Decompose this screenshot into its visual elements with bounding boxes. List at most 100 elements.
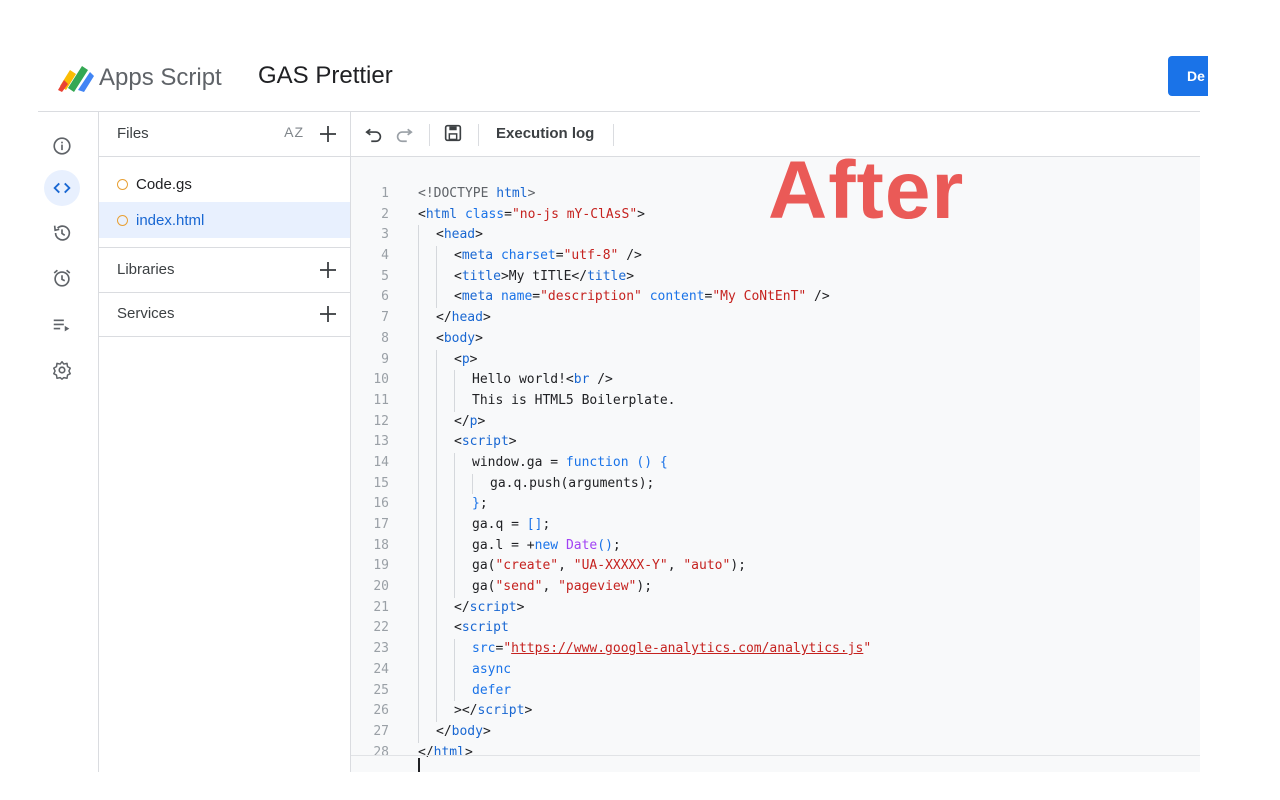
indent-guide [454,535,455,557]
code-lines[interactable]: 1 <!DOCTYPE html> 2 <html class="no-js mY-C… [351,184,1200,763]
line-number: 1 [381,186,389,201]
code-line[interactable]: 23 src="https://www.google-analytics.com/… [351,639,1200,660]
file-item-label: Code.gs [136,175,192,193]
indent-guide [454,452,455,474]
indent-guide [418,515,419,536]
project-name[interactable]: GAS Prettier [258,60,393,92]
code-line[interactable]: 12 </p> [351,411,1200,433]
code-token: charset [500,248,556,264]
project-settings-button[interactable] [44,352,80,388]
execution-log-button[interactable]: Execution log [496,124,594,144]
code-token: <!DOCTYPE [418,186,497,201]
add-file-plus-icon[interactable] [316,122,340,146]
editor-button[interactable] [44,170,80,206]
code-token: > [469,351,478,367]
indent-guide [436,432,437,453]
indent-guide [436,680,437,702]
code-line[interactable]: 10 Hello world!<br /> [351,370,1200,391]
code-line[interactable]: 17 ga.q = []; [351,515,1200,536]
code-line[interactable]: 20 ga("send", "pageview"); [351,577,1200,598]
code-token: </ [454,599,470,615]
code-token: new [534,537,559,553]
save-icon[interactable] [442,122,464,144]
code-token: script [461,620,509,636]
code-text: <body> [436,329,483,350]
line-number: 12 [373,413,389,429]
code-line[interactable]: 11 This is HTML5 Boilerplate. [351,390,1200,412]
code-line[interactable]: 24 async [351,659,1200,681]
code-text: window.ga = function () { [472,453,668,474]
code-line[interactable]: 6 <meta name="description" content="My Co… [351,287,1200,309]
code-token: /> [806,289,830,305]
undo-icon[interactable] [363,122,385,144]
code-text: async [472,660,511,681]
code-token: < [418,206,426,222]
code-line[interactable]: 25 defer [351,680,1200,702]
code-token: >My tITlE</ [500,268,588,284]
executions-button[interactable] [44,307,80,343]
code-token: https://www.google-analytics.com/analyti… [511,641,864,657]
indent-guide [418,618,419,640]
indent-guide [436,266,437,288]
code-editor[interactable]: 1 <!DOCTYPE html> 2 <html class="no-js mY-C… [351,157,1200,772]
code-token: , [667,558,684,574]
code-line[interactable]: 8 <body> [351,328,1200,350]
deploy-button[interactable]: De [1168,56,1208,96]
apps-script-logo-icon[interactable] [56,60,94,92]
code-line[interactable]: 13 <script> [351,432,1200,453]
code-text: <meta name="description" content="My CoN… [454,287,830,308]
redo-icon[interactable] [393,122,415,144]
code-token: </ [454,413,470,429]
code-token: ; [479,496,488,512]
overview-button[interactable] [44,128,80,164]
line-number: 25 [373,682,389,698]
code-line[interactable]: 15 ga.q.push(arguments); [351,473,1200,495]
line-number: 5 [381,268,389,284]
code-text: <head> [436,225,483,246]
libraries-section-header[interactable]: Libraries [99,247,350,293]
code-line[interactable]: 16}; [351,494,1200,515]
code-text: ga("send", "pageview"); [472,577,652,598]
code-token: br [573,372,590,388]
history-icon [53,225,71,241]
code-token: } [472,496,480,512]
code-line[interactable]: 29 [351,757,1200,772]
code-line[interactable]: 21 </script> [351,597,1200,619]
code-token: = [532,289,541,305]
code-line[interactable]: 22 <script [351,618,1200,640]
line-number: 16 [373,496,389,512]
code-token: > [527,186,536,201]
code-line[interactable]: 26 ></script> [351,701,1200,722]
indent-guide [454,390,455,412]
code-line[interactable]: 18 ga.l = +new Date(); [351,535,1200,557]
code-text: src="https://www.google-analytics.com/an… [472,639,871,660]
code-token: > [516,599,525,615]
files-section-header: Files AZ [99,112,350,157]
sort-az-icon[interactable]: AZ [284,124,304,140]
code-token: { [659,454,668,470]
code-line[interactable]: 19 ga("create", "UA-XXXXX-Y", "auto"); [351,556,1200,578]
code-line[interactable]: 27 </body> [351,721,1200,743]
triggers-button[interactable] [44,260,80,296]
code-text: ga("create", "UA-XXXXX-Y", "auto"); [472,556,746,577]
code-line[interactable]: 9 <p> [351,349,1200,371]
code-token: meta [461,248,494,264]
code-token: defer [472,682,512,698]
indent-guide [436,556,437,578]
services-section-header[interactable]: Services [99,292,350,337]
project-history-button[interactable] [44,215,80,251]
file-item-code-gs[interactable]: Code.gs [99,166,350,202]
indent-guide [418,390,419,412]
add-library-plus-icon[interactable] [316,258,340,282]
code-token: < [436,330,444,346]
code-line[interactable]: 14 window.ga = function () { [351,452,1200,474]
code-line[interactable]: 5 <title>My tITlE</title> [351,266,1200,288]
file-item-index-html[interactable]: index.html [99,202,350,238]
code-token: content [649,289,705,305]
add-service-plus-icon[interactable] [316,302,340,326]
code-line[interactable]: 4 <meta charset="utf-8" /> [351,246,1200,267]
code-token: Hello world!< [472,372,574,388]
code-line[interactable]: 7 </head> [351,308,1200,329]
code-text: <!DOCTYPE html> [418,184,535,205]
